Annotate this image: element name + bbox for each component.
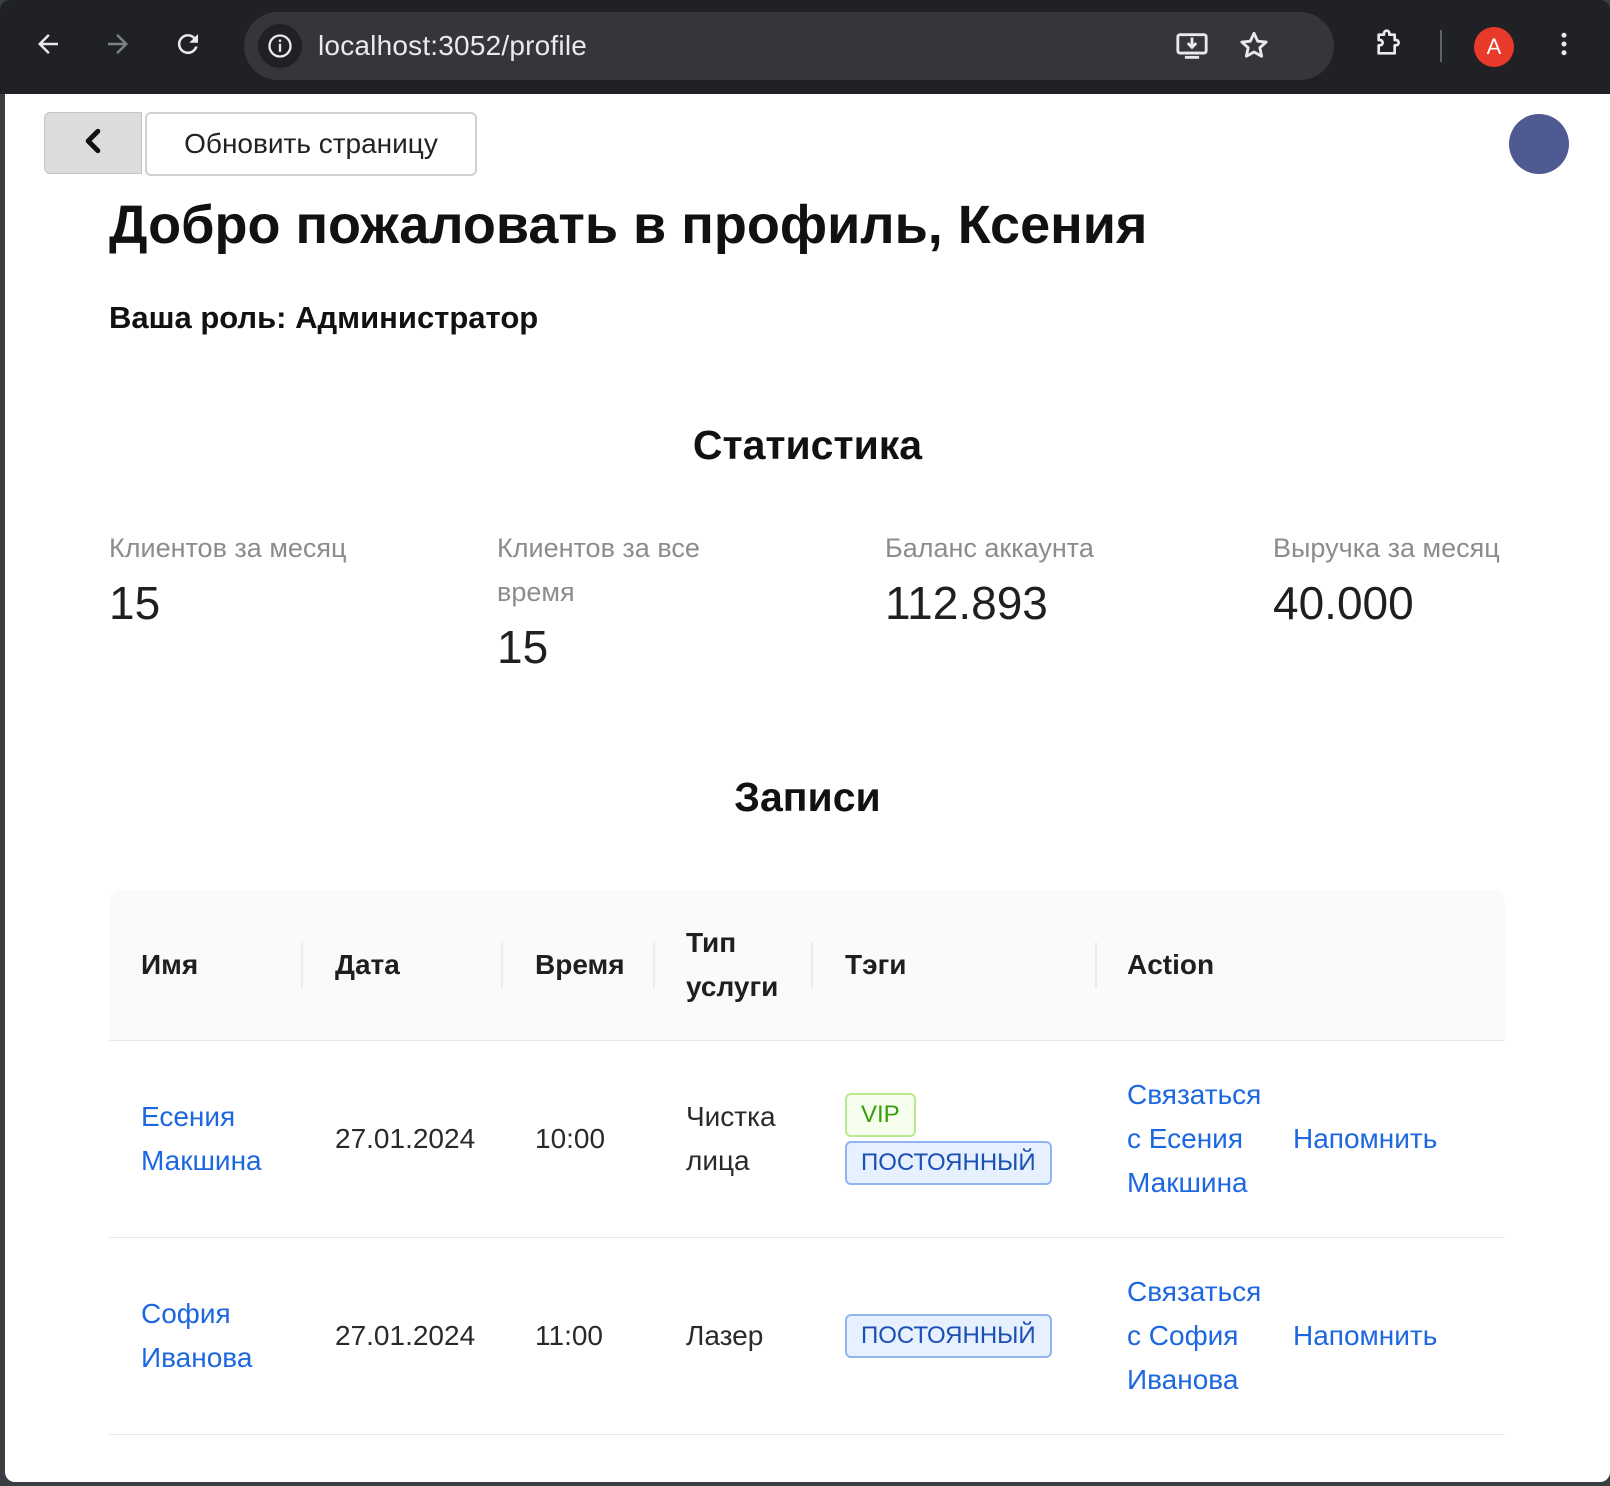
bookmark-star-icon[interactable] [1234,26,1274,66]
column-header-tags[interactable]: Тэги [845,890,906,1040]
records-title: Записи [734,774,881,820]
reload-icon[interactable] [166,22,210,66]
kebab-menu-icon[interactable] [1542,22,1586,66]
service-cell: Чистка лица [686,1101,776,1176]
column-header-action[interactable]: Action [1127,890,1214,1040]
browser-toolbar: localhost:3052/profile A [0,0,1610,94]
chevron-left-icon [82,128,104,159]
address-bar[interactable]: localhost:3052/profile [244,12,1334,80]
column-header-time[interactable]: Время [535,890,625,1040]
stat-value: 15 [109,577,161,629]
column-header-service[interactable]: Тип услуги [686,890,806,1040]
stat-value: 112.893 [885,577,1048,629]
toolbar-divider [1440,30,1442,62]
table-header: Имя Дата Время Тип услуги Тэги Action [109,890,1505,1041]
stat-label: Выручка за месяц [1273,533,1500,563]
column-divider [811,942,813,988]
stat-card: Выручка за месяц 40.000 [1273,526,1573,630]
stat-card: Клиентов за месяц 15 [109,526,409,630]
extensions-puzzle-icon[interactable] [1366,22,1410,66]
tag-regular: ПОСТОЯННЫЙ [845,1314,1052,1358]
back-arrow-icon[interactable] [26,22,70,66]
client-name-link[interactable]: Есения Макшина [141,1041,291,1237]
table-row: Есения Макшина 27.01.2024 10:00 Чистка л… [109,1041,1505,1238]
install-app-icon[interactable] [1172,26,1212,66]
service-cell: Лазер [686,1320,764,1351]
stat-value: 15 [497,621,549,673]
date-cell: 27.01.2024 [335,1123,476,1154]
column-divider [301,942,303,988]
stat-value: 40.000 [1273,577,1414,629]
tag-regular: ПОСТОЯННЫЙ [845,1141,1052,1185]
stat-label: Баланс аккаунта [885,533,1094,563]
date-cell: 27.01.2024 [335,1320,476,1351]
column-header-name[interactable]: Имя [141,890,198,1040]
user-avatar[interactable] [1509,114,1569,174]
remind-link[interactable]: Напомнить [1293,1041,1437,1237]
user-role: Ваша роль: Администратор [109,300,539,335]
client-name-link[interactable]: София Иванова [141,1238,291,1434]
time-cell: 11:00 [535,1320,603,1351]
page-title: Добро пожаловать в профиль, Ксения [109,195,1148,255]
remind-link[interactable]: Напомнить [1293,1238,1437,1434]
column-header-date[interactable]: Дата [335,890,400,1040]
site-info-icon[interactable] [258,24,302,68]
stat-label: Клиентов за все время [497,533,700,607]
tags-cell: ПОСТОЯННЫЙ [845,1238,1052,1434]
column-divider [653,942,655,988]
records-table: Имя Дата Время Тип услуги Тэги Action Ес… [109,890,1505,1435]
column-divider [1095,942,1097,988]
refresh-page-button[interactable]: Обновить страницу [145,112,477,176]
page-content: Обновить страницу Добро пожаловать в про… [5,94,1610,1482]
forward-arrow-icon[interactable] [96,22,140,66]
back-button[interactable] [44,112,142,174]
tags-cell: VIP ПОСТОЯННЫЙ [845,1041,1052,1237]
url-text[interactable]: localhost:3052/profile [318,30,587,62]
profile-avatar[interactable]: A [1474,27,1514,67]
stat-card: Клиентов за все время 15 [497,526,737,674]
stats-title: Статистика [692,422,923,468]
contact-link[interactable]: Связаться с Есения Макшина [1127,1041,1277,1237]
stat-label: Клиентов за месяц [109,533,347,563]
stat-card: Баланс аккаунта 112.893 [885,526,1185,630]
tag-vip: VIP [845,1093,916,1137]
column-divider [501,942,503,988]
table-row: София Иванова 27.01.2024 11:00 Лазер ПОС… [109,1238,1505,1435]
time-cell: 10:00 [535,1123,606,1154]
contact-link[interactable]: Связаться с София Иванова [1127,1238,1277,1434]
